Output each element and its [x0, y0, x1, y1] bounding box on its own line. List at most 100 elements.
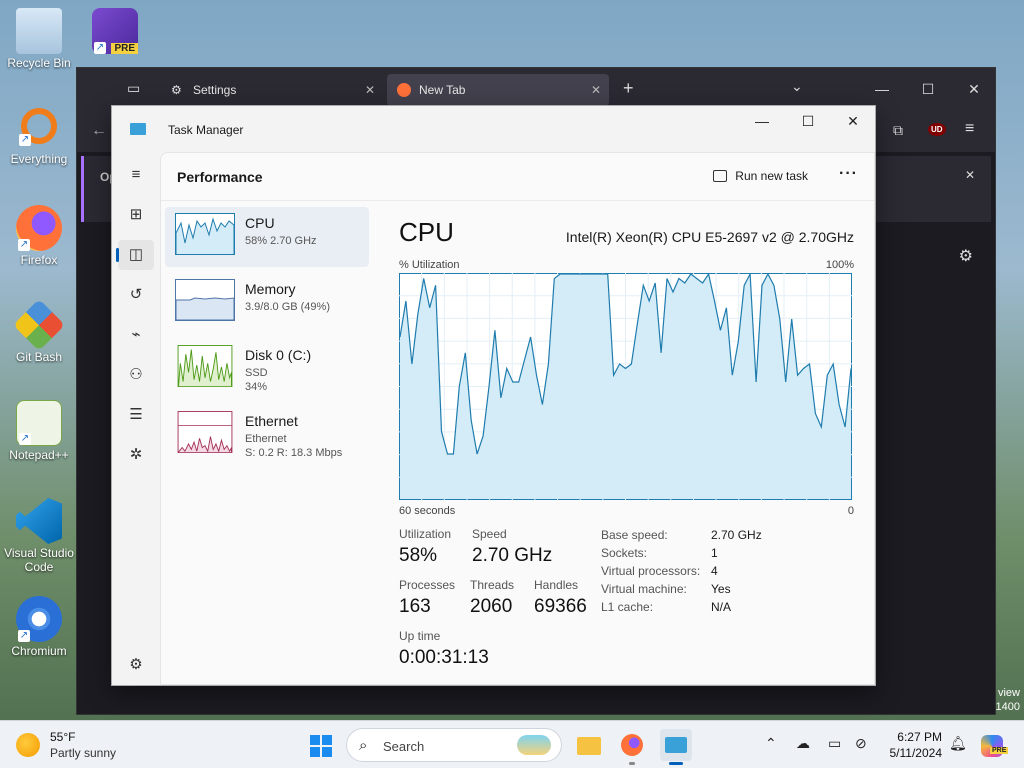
details-nav-icon[interactable]: ☰ — [118, 400, 154, 430]
notification-bell-icon[interactable]: 🔔︎ — [949, 735, 967, 752]
close-tab-icon[interactable]: ✕ — [365, 74, 375, 106]
close-tab-icon[interactable]: ✕ — [591, 74, 601, 106]
memory-spark-fill — [175, 297, 235, 321]
hamburger-menu-icon[interactable]: ≡ — [118, 160, 154, 190]
stat-label: Utilization — [399, 527, 452, 541]
cpu-detail: CPU Intel(R) Xeon(R) CPU E5-2697 v2 @ 2.… — [399, 207, 854, 684]
resource-name: CPU — [245, 215, 275, 231]
network-icon[interactable]: ⊘ — [855, 735, 867, 752]
run-task-icon — [713, 170, 728, 182]
utilization-axis-label: % Utilization — [399, 259, 460, 271]
desktop-icon-everything[interactable]: ↗ Everything — [4, 108, 74, 166]
tab-new-tab[interactable]: New Tab ✕ — [387, 74, 609, 106]
stat-value: 2.70 GHz — [472, 545, 553, 566]
watermark-line: 1400 — [995, 701, 1020, 713]
services-nav-icon[interactable]: ✲ — [118, 440, 154, 470]
back-arrow-icon[interactable]: ← — [91, 122, 107, 140]
title-bar: Task Manager — ☐ ✕ — [112, 106, 875, 152]
more-options-button[interactable]: ··· — [839, 165, 858, 183]
hamburger-menu-icon[interactable]: ≡ — [965, 120, 974, 138]
performance-nav-icon[interactable]: ◫ — [116, 240, 154, 270]
resource-item-memory[interactable]: Memory 3.9/8.0 GB (49%) — [165, 273, 369, 333]
partly-sunny-icon — [16, 733, 40, 757]
resource-item-cpu[interactable]: CPU 58% 2.70 GHz — [165, 207, 369, 267]
minimize-button[interactable]: — — [739, 106, 785, 136]
resource-item-ethernet[interactable]: Ethernet Ethernet S: 0.2 R: 18.3 Mbps — [165, 405, 369, 465]
page-title: Performance — [177, 169, 263, 185]
firefox-icon: ↗ — [16, 205, 62, 251]
desktop-icon-git-bash[interactable]: Git Bash — [4, 298, 74, 364]
browser-tabbar: ▭ ⚙ Settings ✕ New Tab ✕ + ⌄ — ☐ ✕ — [77, 68, 995, 110]
stat-handles: Handles 69366 — [534, 578, 587, 618]
stat-value: 69366 — [534, 596, 587, 617]
shortcut-arrow-icon: ↗ — [18, 239, 30, 251]
chevron-up-icon[interactable]: ⌃ — [765, 735, 777, 752]
onedrive-icon[interactable]: ☁ — [796, 735, 810, 752]
extensions-icon[interactable]: ⧉ — [893, 122, 903, 139]
task-manager-app-icon — [130, 123, 146, 135]
search-placeholder: Search — [383, 739, 425, 754]
resource-detail-2: S: 0.2 R: 18.3 Mbps — [245, 447, 343, 459]
users-nav-icon[interactable]: ⚇ — [118, 360, 154, 390]
desktop-icon-visual-studio[interactable]: ↗ PRE — [80, 8, 150, 56]
copilot-preview-badge: PRE — [990, 747, 1009, 754]
firefox-icon — [397, 83, 411, 97]
browser-close-button[interactable]: ✕ — [951, 68, 997, 110]
task-manager-taskbar-button[interactable] — [660, 729, 692, 765]
desktop-icon-label: Firefox — [20, 253, 58, 267]
processes-nav-icon[interactable]: ⊞ — [118, 200, 154, 230]
run-new-task-button[interactable]: Run new task — [713, 169, 808, 183]
tab-settings[interactable]: ⚙ Settings ✕ — [161, 74, 383, 106]
desktop-icon-recycle-bin[interactable]: Recycle Bin — [4, 8, 74, 70]
resource-detail: Ethernet — [245, 433, 287, 445]
stat-label: Speed — [472, 527, 507, 541]
notepadpp-icon: ↗ — [16, 400, 62, 446]
firefox-icon — [621, 734, 643, 756]
desktop-icon-chromium[interactable]: ↗ Chromium — [4, 596, 74, 658]
shortcut-arrow-icon: ↗ — [94, 42, 106, 54]
tab-list-chevron-icon[interactable]: ⌄ — [791, 78, 803, 95]
close-button[interactable]: ✕ — [830, 106, 876, 136]
search-highlight-icon — [517, 735, 551, 755]
stat-label: Processes — [399, 578, 456, 592]
shortcut-arrow-icon: ↗ — [19, 433, 31, 445]
display-icon[interactable]: ▭ — [828, 735, 841, 752]
firefox-taskbar-button[interactable] — [616, 729, 648, 765]
tab-overview-icon[interactable]: ▭ — [127, 80, 140, 97]
copilot-button[interactable]: PRE — [976, 729, 1009, 761]
desktop-icon-notepadpp[interactable]: ↗ Notepad++ — [4, 400, 74, 462]
new-tab-plus-icon[interactable]: + — [623, 78, 634, 99]
file-explorer-button[interactable] — [573, 729, 605, 761]
spec-key: Sockets: — [601, 546, 648, 560]
browser-maximize-button[interactable]: ☐ — [905, 68, 951, 110]
start-button[interactable] — [305, 729, 337, 761]
clock-time: 6:27 PM — [897, 730, 942, 744]
clock[interactable]: 6:27 PM 5/11/2024 — [878, 729, 943, 761]
desktop-icon-label: Notepad++ — [9, 448, 69, 462]
app-history-nav-icon[interactable]: ↺ — [118, 280, 154, 310]
desktop-icon-firefox[interactable]: ↗ Firefox — [4, 205, 74, 267]
resource-item-disk[interactable]: Disk 0 (C:) SSD 34% — [165, 339, 369, 399]
utilization-max-label: 100% — [825, 259, 854, 271]
stat-value: 0:00:31:13 — [399, 647, 489, 668]
clock-date: 5/11/2024 — [889, 746, 943, 760]
close-notice-icon[interactable]: ✕ — [965, 168, 975, 182]
everything-search-icon: ↗ — [19, 108, 57, 146]
settings-nav-icon[interactable]: ⚙ — [118, 650, 154, 680]
performance-panel: Performance Run new task ··· CPU 58% 2.7… — [160, 152, 875, 685]
spec-value: N/A — [711, 600, 732, 614]
panel-header: Performance Run new task ··· — [161, 153, 874, 201]
startup-apps-nav-icon[interactable]: ⌁ — [118, 320, 154, 350]
spec-value: 4 — [711, 564, 718, 578]
stat-value: 163 — [399, 596, 431, 617]
git-bash-icon — [12, 298, 66, 352]
spec-value: 2.70 GHz — [711, 528, 762, 542]
settings-gear-icon[interactable]: ⚙ — [959, 246, 973, 266]
ublock-origin-icon[interactable]: UD — [928, 123, 946, 136]
maximize-button[interactable]: ☐ — [785, 106, 831, 136]
search-box[interactable]: ⌕ Search — [346, 728, 562, 762]
spec-key: Base speed: — [601, 528, 668, 542]
browser-minimize-button[interactable]: — — [859, 68, 905, 110]
shortcut-arrow-icon: ↗ — [19, 134, 31, 146]
desktop-icon-vscode[interactable]: Visual Studio Code — [4, 498, 74, 574]
